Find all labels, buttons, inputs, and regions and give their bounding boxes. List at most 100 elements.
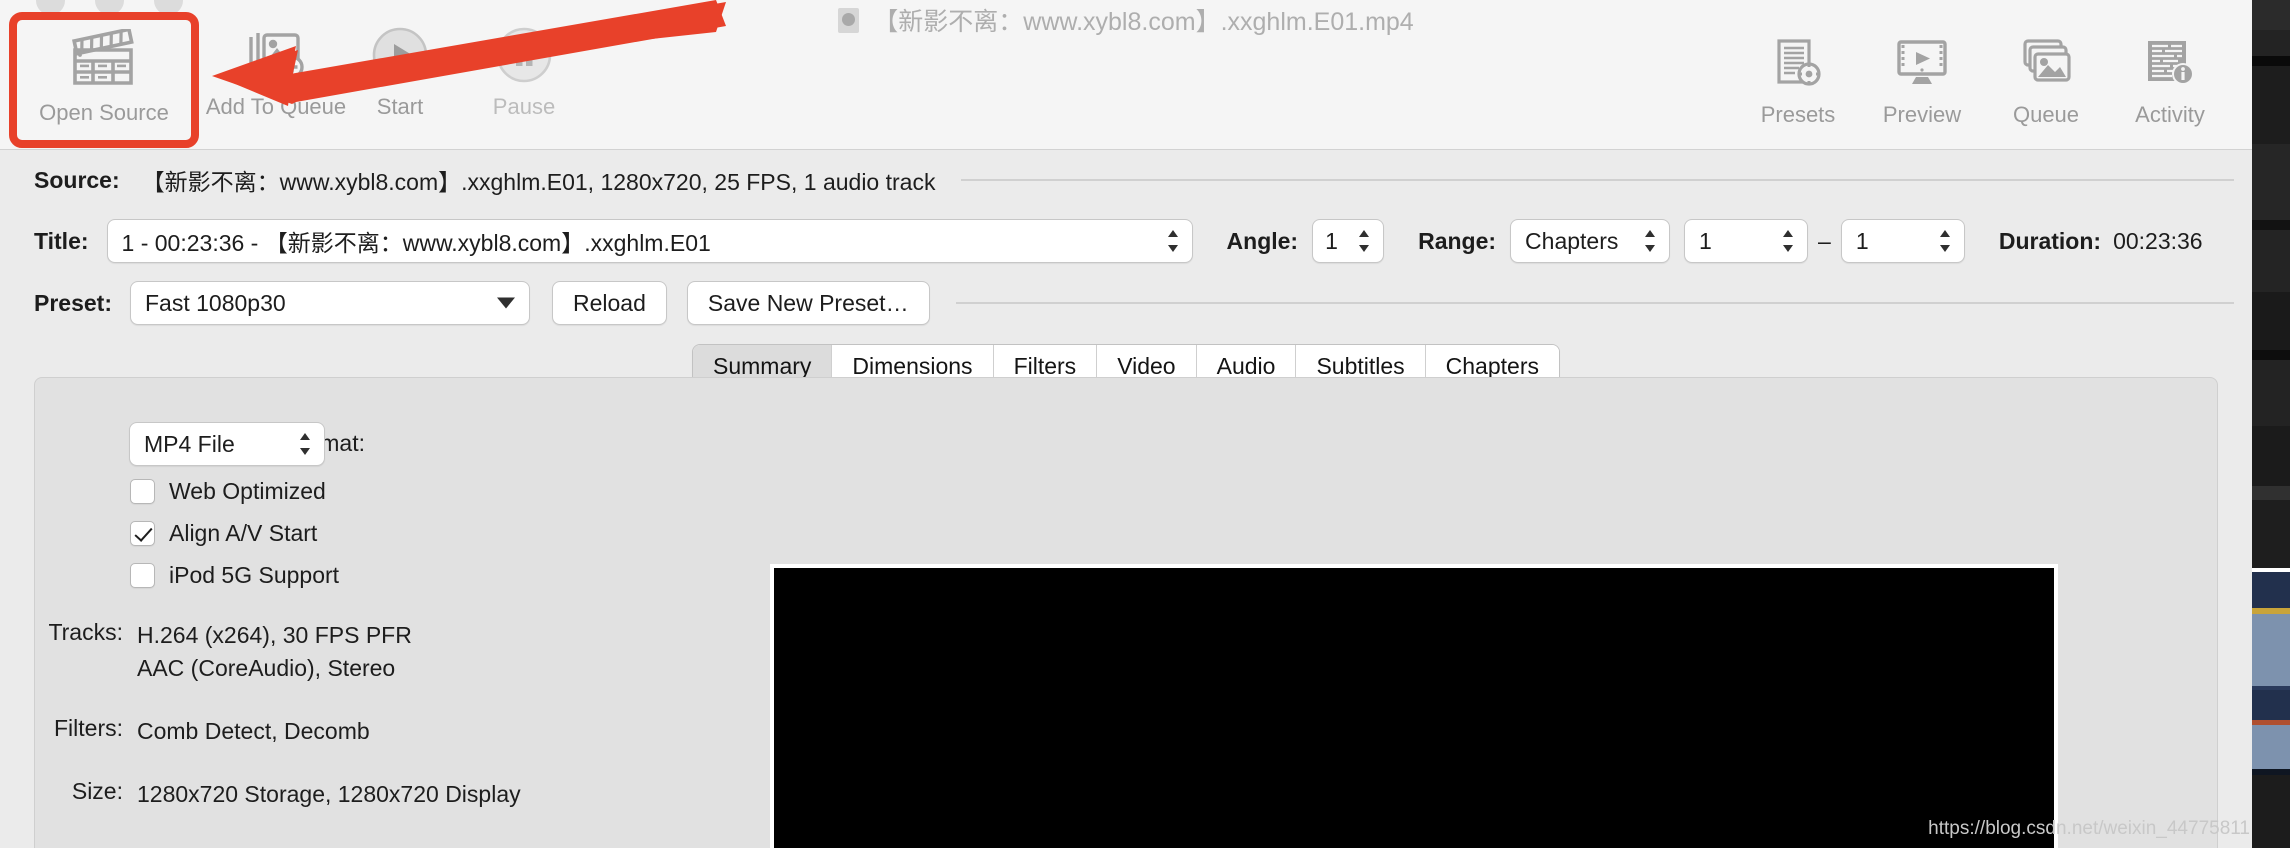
open-source-button[interactable]: Open Source bbox=[12, 18, 196, 126]
clapperboard-icon bbox=[69, 28, 139, 90]
tracks-row: Tracks: bbox=[35, 619, 123, 646]
summary-panel: Format: MP4 File Web Optimized Align A/V… bbox=[34, 377, 2218, 848]
minimize-button[interactable] bbox=[95, 0, 124, 15]
close-button[interactable] bbox=[36, 0, 65, 15]
activity-label: Activity bbox=[2135, 102, 2205, 127]
screen-root: 【新影不离：www.xybl8.com】.xxghlm.E01.mp4 Open… bbox=[0, 0, 2290, 848]
ipod-5g-support-label: iPod 5G Support bbox=[169, 562, 340, 588]
preview-monitor-icon bbox=[1894, 34, 1950, 92]
filters-value: Comb Detect, Decomb bbox=[137, 718, 370, 744]
preset-select[interactable]: Fast 1080p30 bbox=[129, 281, 530, 325]
tab-summary-label: Summary bbox=[713, 352, 812, 379]
ipod-5g-support-checkbox[interactable] bbox=[130, 563, 155, 588]
settings-area: Source: 【新影不离：www.xybl8.com】.xxghlm.E01,… bbox=[0, 150, 2252, 388]
title-row: Title: 1 - 00:23:36 - 【新影不离：www.xybl8.co… bbox=[0, 210, 2252, 272]
presets-label: Presets bbox=[1760, 102, 1836, 127]
reload-preset-label: Reload bbox=[572, 289, 646, 316]
align-av-start-checkbox-row[interactable]: Align A/V Start bbox=[130, 520, 317, 547]
title-label: Title: bbox=[34, 227, 89, 254]
web-optimized-checkbox[interactable] bbox=[130, 479, 155, 504]
tab-subtitles-label: Subtitles bbox=[1316, 352, 1405, 379]
ipod-5g-support-checkbox-row[interactable]: iPod 5G Support bbox=[130, 562, 339, 589]
size-value: 1280x720 Storage, 1280x720 Display bbox=[137, 781, 521, 807]
source-row-separator bbox=[961, 179, 2234, 181]
pause-label: Pause bbox=[492, 94, 556, 119]
format-select[interactable]: MP4 File bbox=[129, 422, 325, 466]
chevron-down-icon bbox=[496, 297, 515, 309]
tab-filters-label: Filters bbox=[1013, 352, 1077, 379]
range-type-select[interactable]: Chapters bbox=[1510, 219, 1671, 263]
duration-value: 00:23:36 bbox=[2113, 227, 2203, 254]
window-traffic-lights[interactable] bbox=[36, 0, 183, 15]
stepper-chevrons-icon bbox=[300, 433, 310, 455]
toolbar: 【新影不离：www.xybl8.com】.xxghlm.E01.mp4 Open… bbox=[0, 0, 2252, 150]
start-label: Start bbox=[376, 94, 424, 119]
format-select-value: MP4 File bbox=[144, 430, 235, 457]
presets-icon bbox=[1771, 34, 1825, 92]
save-new-preset-button[interactable]: Save New Preset… bbox=[686, 281, 930, 325]
preset-label: Preset: bbox=[34, 289, 112, 316]
angle-value: 1 bbox=[1325, 227, 1338, 254]
activity-log-icon bbox=[2142, 34, 2198, 92]
source-value: 【新影不离：www.xybl8.com】.xxghlm.E01, 1280x72… bbox=[141, 169, 936, 195]
add-to-queue-icon bbox=[245, 26, 307, 84]
queue-stack-icon bbox=[2017, 34, 2075, 92]
range-dash: – bbox=[1818, 227, 1831, 254]
web-optimized-label: Web Optimized bbox=[169, 478, 326, 504]
add-to-queue-button[interactable]: Add To Queue bbox=[206, 18, 346, 120]
source-label: Source: bbox=[34, 166, 120, 193]
stepper-chevrons-icon bbox=[1167, 230, 1178, 252]
angle-stepper[interactable]: 1 bbox=[1312, 219, 1385, 263]
file-preview-icon bbox=[838, 7, 860, 33]
save-new-preset-label: Save New Preset… bbox=[707, 289, 909, 316]
toolbar-left-group: Open Source Add To Queue Start Pause bbox=[12, 18, 586, 126]
queue-button[interactable]: Queue bbox=[1984, 26, 2108, 128]
queue-label: Queue bbox=[2012, 102, 2080, 127]
preset-row: Preset: Fast 1080p30 Reload Save New Pre… bbox=[0, 272, 2252, 334]
zoom-button[interactable] bbox=[154, 0, 183, 15]
range-start-stepper[interactable]: 1 bbox=[1684, 219, 1809, 263]
title-select-value: 1 - 00:23:36 - 【新影不离：www.xybl8.com】.xxgh… bbox=[121, 230, 711, 256]
tab-video-label: Video bbox=[1117, 352, 1176, 379]
tracks-label: Tracks: bbox=[48, 619, 123, 645]
range-end-stepper[interactable]: 1 bbox=[1840, 219, 1965, 263]
web-optimized-checkbox-row[interactable]: Web Optimized bbox=[130, 478, 326, 505]
pause-circle-icon bbox=[495, 26, 553, 84]
angle-label: Angle: bbox=[1226, 227, 1299, 254]
size-row: Size: bbox=[35, 778, 123, 805]
size-label: Size: bbox=[71, 778, 123, 804]
stepper-chevrons-icon bbox=[1783, 230, 1794, 252]
filters-row: Filters: bbox=[35, 715, 123, 742]
start-button[interactable]: Start bbox=[338, 18, 462, 120]
tab-audio-label: Audio bbox=[1216, 352, 1276, 379]
add-to-queue-label: Add To Queue bbox=[205, 94, 347, 119]
reload-preset-button[interactable]: Reload bbox=[551, 281, 667, 325]
preview-thumbnail[interactable] bbox=[770, 564, 2058, 848]
tracks-line-2: AAC (CoreAudio), Stereo bbox=[137, 655, 396, 681]
pause-button: Pause bbox=[462, 18, 586, 120]
source-row: Source: 【新影不离：www.xybl8.com】.xxghlm.E01,… bbox=[0, 150, 2252, 210]
stepper-chevrons-icon bbox=[1359, 230, 1370, 252]
preview-label: Preview bbox=[1882, 102, 1962, 127]
tracks-values: H.264 (x264), 30 FPS PFR AAC (CoreAudio)… bbox=[137, 619, 412, 685]
activity-button[interactable]: Activity bbox=[2108, 26, 2232, 128]
presets-button[interactable]: Presets bbox=[1736, 26, 1860, 128]
range-type-value: Chapters bbox=[1525, 227, 1619, 254]
watermark-text: https://blog.csdn.net/weixin_44775811 bbox=[1928, 818, 2250, 839]
range-end-value: 1 bbox=[1855, 227, 1869, 254]
align-av-start-label: Align A/V Start bbox=[169, 520, 318, 546]
preset-select-value: Fast 1080p30 bbox=[144, 289, 286, 316]
title-select[interactable]: 1 - 00:23:36 - 【新影不离：www.xybl8.com】.xxgh… bbox=[106, 219, 1193, 263]
align-av-start-checkbox[interactable] bbox=[130, 521, 155, 546]
filters-label: Filters: bbox=[54, 715, 123, 741]
play-circle-icon bbox=[371, 26, 429, 84]
preview-button[interactable]: Preview bbox=[1860, 26, 1984, 128]
tab-chapters-label: Chapters bbox=[1445, 352, 1539, 379]
stepper-chevrons-icon bbox=[1939, 230, 1950, 252]
tracks-line-1: H.264 (x264), 30 FPS PFR bbox=[137, 622, 412, 648]
handbrake-window: 【新影不离：www.xybl8.com】.xxghlm.E01.mp4 Open… bbox=[0, 0, 2252, 848]
window-title-text: 【新影不离：www.xybl8.com】.xxghlm.E01.mp4 bbox=[873, 8, 1414, 36]
duration-label: Duration: bbox=[1998, 227, 2102, 254]
toolbar-right-group: Presets Preview Queue Activity bbox=[1736, 26, 2232, 128]
stepper-chevrons-icon bbox=[1645, 230, 1656, 252]
